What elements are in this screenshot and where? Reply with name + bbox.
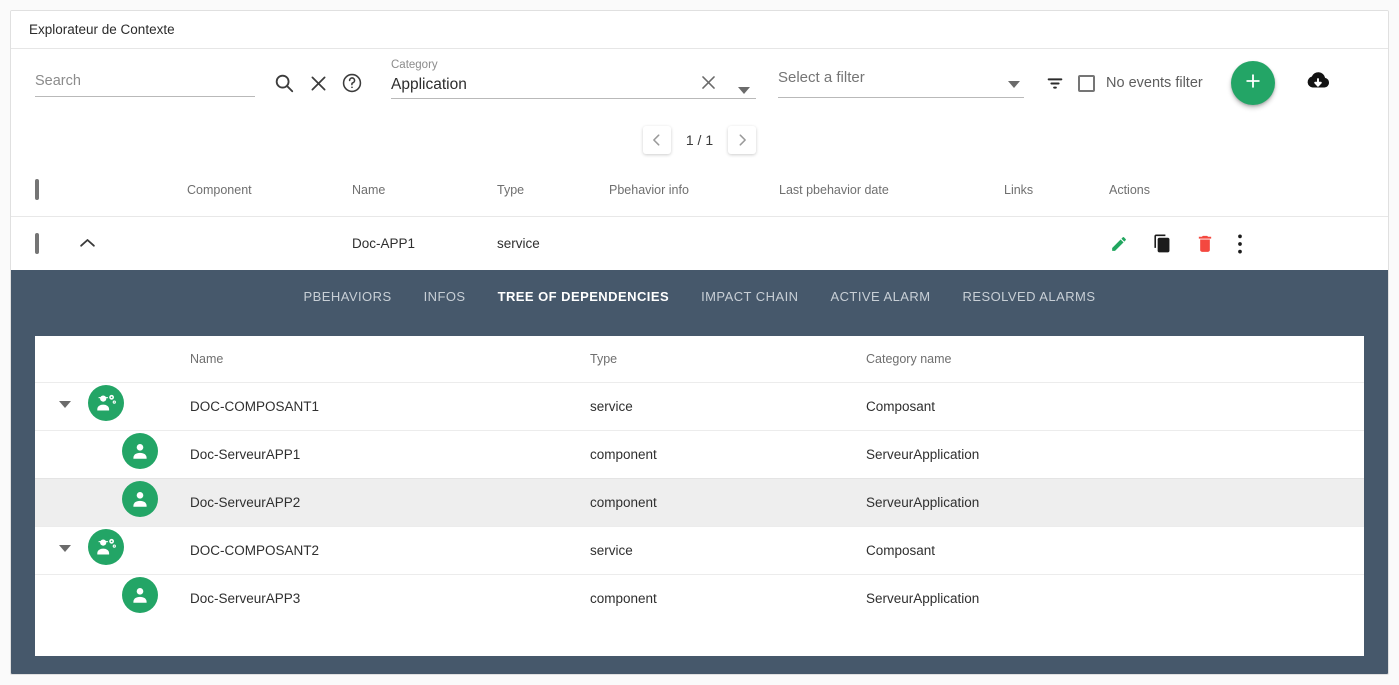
tree-row-type: service xyxy=(590,399,633,414)
filter-select[interactable]: Select a filter xyxy=(778,63,1024,103)
cloud-download-icon xyxy=(1305,68,1331,99)
tab-active-alarm[interactable]: ACTIVE ALARM xyxy=(814,289,946,304)
column-header-name: Name xyxy=(352,182,386,197)
column-header-actions: Actions xyxy=(1109,182,1150,197)
select-all-checkbox[interactable] xyxy=(35,178,39,200)
tree-row-type: component xyxy=(590,495,657,510)
tree-row-type: service xyxy=(590,543,633,558)
tree-row-name: Doc-ServeurAPP1 xyxy=(190,447,301,462)
add-button[interactable] xyxy=(1230,61,1275,105)
category-field[interactable]: Category Application xyxy=(391,59,756,107)
entities-table: Component Name Type Pbehavior info Last … xyxy=(11,163,1388,270)
category-clear-icon[interactable] xyxy=(699,73,718,97)
tab-tree-of-dependencies[interactable]: TREE OF DEPENDENCIES xyxy=(482,289,686,304)
search-input[interactable] xyxy=(35,69,255,97)
tree-row[interactable]: Doc-ServeurAPP1 component ServeurApplica… xyxy=(35,430,1364,478)
person-icon[interactable] xyxy=(122,481,158,517)
search-icon[interactable] xyxy=(267,66,301,100)
table-row[interactable]: Doc-APP1 service xyxy=(11,217,1388,270)
category-underline xyxy=(391,98,756,99)
delete-icon[interactable] xyxy=(1195,234,1215,254)
cloud-download-button[interactable] xyxy=(1301,66,1335,100)
category-dropdown-icon[interactable] xyxy=(738,81,750,99)
category-label: Category xyxy=(391,59,438,71)
detail-tabs: PBEHAVIORS INFOS TREE OF DEPENDENCIES IM… xyxy=(11,270,1388,322)
window-titlebar: Explorateur de Contexte xyxy=(11,11,1388,49)
help-circle-icon[interactable] xyxy=(335,66,369,100)
tree-row[interactable]: Doc-ServeurAPP2 component ServeurApplica… xyxy=(35,478,1364,526)
column-header-component: Component xyxy=(187,182,252,197)
filter-select-dropdown-icon[interactable] xyxy=(1008,75,1020,93)
tree-row-name: DOC-COMPOSANT1 xyxy=(190,399,320,414)
pagination-next-button[interactable] xyxy=(728,126,757,154)
person-icon[interactable] xyxy=(122,577,158,613)
pagination-page-count: 1 / 1 xyxy=(685,132,714,148)
search-field xyxy=(35,69,255,97)
column-header-last-pbehavior-date: Last pbehavior date xyxy=(779,182,889,197)
no-events-filter-label: No events filter xyxy=(1106,75,1203,91)
clear-search-icon[interactable] xyxy=(301,66,335,100)
tree-row-category-name: ServeurApplication xyxy=(866,495,980,510)
more-vertical-icon[interactable] xyxy=(1237,233,1243,255)
edit-icon[interactable] xyxy=(1109,233,1130,254)
table-header-row: Component Name Type Pbehavior info Last … xyxy=(11,163,1388,217)
category-value: Application xyxy=(391,76,467,93)
tree-card: Name Type Category name DOC-COMPOSANT1 s… xyxy=(35,336,1364,656)
tree-row-name: DOC-COMPOSANT2 xyxy=(190,543,320,558)
window-title: Explorateur de Contexte xyxy=(29,22,175,37)
tree-of-dependencies-panel: Name Type Category name DOC-COMPOSANT1 s… xyxy=(11,322,1388,674)
tree-column-header-name: Name xyxy=(190,352,224,366)
row-type: service xyxy=(497,236,540,251)
engineer-gear-icon[interactable] xyxy=(88,385,124,421)
row-actions xyxy=(1109,233,1289,255)
row-checkbox[interactable] xyxy=(35,232,39,254)
chevron-up-icon[interactable] xyxy=(79,235,96,253)
select-all-cell xyxy=(35,178,69,200)
person-icon[interactable] xyxy=(122,433,158,469)
no-events-filter-box[interactable] xyxy=(1078,74,1095,92)
column-header-type: Type xyxy=(497,182,525,197)
context-explorer-window: Explorateur de Contexte Search Category … xyxy=(10,10,1389,675)
row-expand-cell[interactable] xyxy=(69,235,187,253)
engineer-gear-icon[interactable] xyxy=(88,529,124,565)
tree-row[interactable]: DOC-COMPOSANT2 service Composant xyxy=(35,526,1364,574)
tree-row-category-name: Composant xyxy=(866,399,936,414)
column-header-links: Links xyxy=(1004,182,1034,197)
tree-caret-expand[interactable] xyxy=(57,540,73,556)
plus-icon xyxy=(1243,71,1263,96)
tree-row-type: component xyxy=(590,591,657,606)
tree-caret-expand[interactable] xyxy=(57,396,73,412)
pagination-prev-button[interactable] xyxy=(642,126,671,154)
tree-row[interactable]: Doc-ServeurAPP3 component ServeurApplica… xyxy=(35,574,1364,622)
tree-row-name: Doc-ServeurAPP3 xyxy=(190,591,301,606)
filter-list-icon[interactable] xyxy=(1038,66,1072,100)
tree-column-header-type: Type xyxy=(590,352,618,366)
tree-row-category-name: ServeurApplication xyxy=(866,591,980,606)
tree-row-name: Doc-ServeurAPP2 xyxy=(190,495,301,510)
tab-pbehaviors[interactable]: PBEHAVIORS xyxy=(288,289,408,304)
tree-row-category-name: Composant xyxy=(866,543,936,558)
tab-infos[interactable]: INFOS xyxy=(408,289,482,304)
pagination: 1 / 1 xyxy=(11,117,1388,163)
filter-select-placeholder: Select a filter xyxy=(778,69,865,86)
row-select-cell xyxy=(35,232,69,254)
duplicate-icon[interactable] xyxy=(1152,233,1173,254)
tree-row[interactable]: DOC-COMPOSANT1 service Composant xyxy=(35,382,1364,430)
tab-impact-chain[interactable]: IMPACT CHAIN xyxy=(685,289,814,304)
tree-row-type: component xyxy=(590,447,657,462)
tree-row-category-name: ServeurApplication xyxy=(866,447,980,462)
tab-resolved-alarms[interactable]: RESOLVED ALARMS xyxy=(947,289,1112,304)
column-header-pbehavior-info: Pbehavior info xyxy=(609,182,689,197)
filter-select-underline xyxy=(778,97,1024,98)
tree-column-header-category-name: Category name xyxy=(866,352,952,366)
app-root: Explorateur de Contexte Search Category … xyxy=(0,0,1399,685)
toolbar: Category Application Select a filter xyxy=(11,49,1388,117)
no-events-filter-checkbox[interactable]: No events filter xyxy=(1078,74,1203,92)
row-name: Doc-APP1 xyxy=(352,236,416,251)
tree-header-row: Name Type Category name xyxy=(35,336,1364,382)
